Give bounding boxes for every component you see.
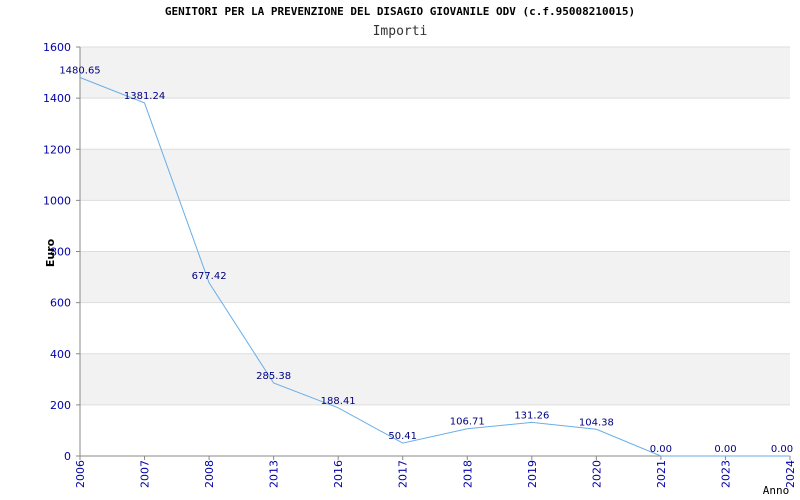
y-tick-label: 400: [50, 348, 71, 361]
background-band: [80, 47, 790, 99]
y-tick-label: 1200: [43, 143, 71, 156]
data-label: 50.41: [388, 431, 417, 442]
x-axis-ticks: 2006 2007 2008 2013 2016 2017 2018 2019 2020 2021…: [74, 456, 797, 488]
x-tick-label: 2007: [139, 460, 152, 488]
x-tick-label: 2008: [203, 460, 216, 488]
x-axis-title: Anno: [763, 484, 790, 497]
data-label: 104.38: [579, 417, 614, 428]
x-tick-label: 2006: [74, 460, 87, 488]
background-band: [80, 149, 790, 201]
x-tick-label: 2016: [332, 460, 345, 488]
data-label: 0.00: [771, 444, 793, 455]
data-label: 1480.65: [59, 66, 100, 77]
data-label: 188.41: [321, 396, 356, 407]
background-band: [80, 251, 790, 303]
y-tick-label: 1400: [43, 92, 71, 105]
data-label: 131.26: [514, 410, 549, 421]
background-band: [80, 353, 790, 405]
data-label: 0.00: [714, 444, 736, 455]
x-tick-label: 2021: [655, 460, 668, 488]
x-tick-label: 2019: [526, 460, 539, 488]
y-tick-label: 200: [50, 399, 71, 412]
x-tick-label: 2020: [590, 460, 603, 488]
data-label: 677.42: [192, 271, 227, 282]
data-label: 1381.24: [124, 91, 165, 102]
x-tick-label: 2018: [461, 460, 474, 488]
y-tick-label: 600: [50, 297, 71, 310]
y-tick-label: 0: [64, 450, 71, 463]
y-axis-title: Euro: [44, 238, 57, 267]
x-tick-label: 2017: [397, 460, 410, 488]
data-label: 285.38: [256, 371, 291, 382]
y-tick-label: 1000: [43, 194, 71, 207]
y-tick-label: 1600: [43, 41, 71, 54]
x-tick-label: 2023: [719, 460, 732, 488]
x-tick-label: 2013: [268, 460, 281, 488]
data-label: 106.71: [450, 417, 485, 428]
line-chart: 02004006008001000120014001600 2006 2007 20…: [43, 41, 797, 497]
data-label: 0.00: [650, 444, 672, 455]
background-bands: [80, 47, 790, 405]
